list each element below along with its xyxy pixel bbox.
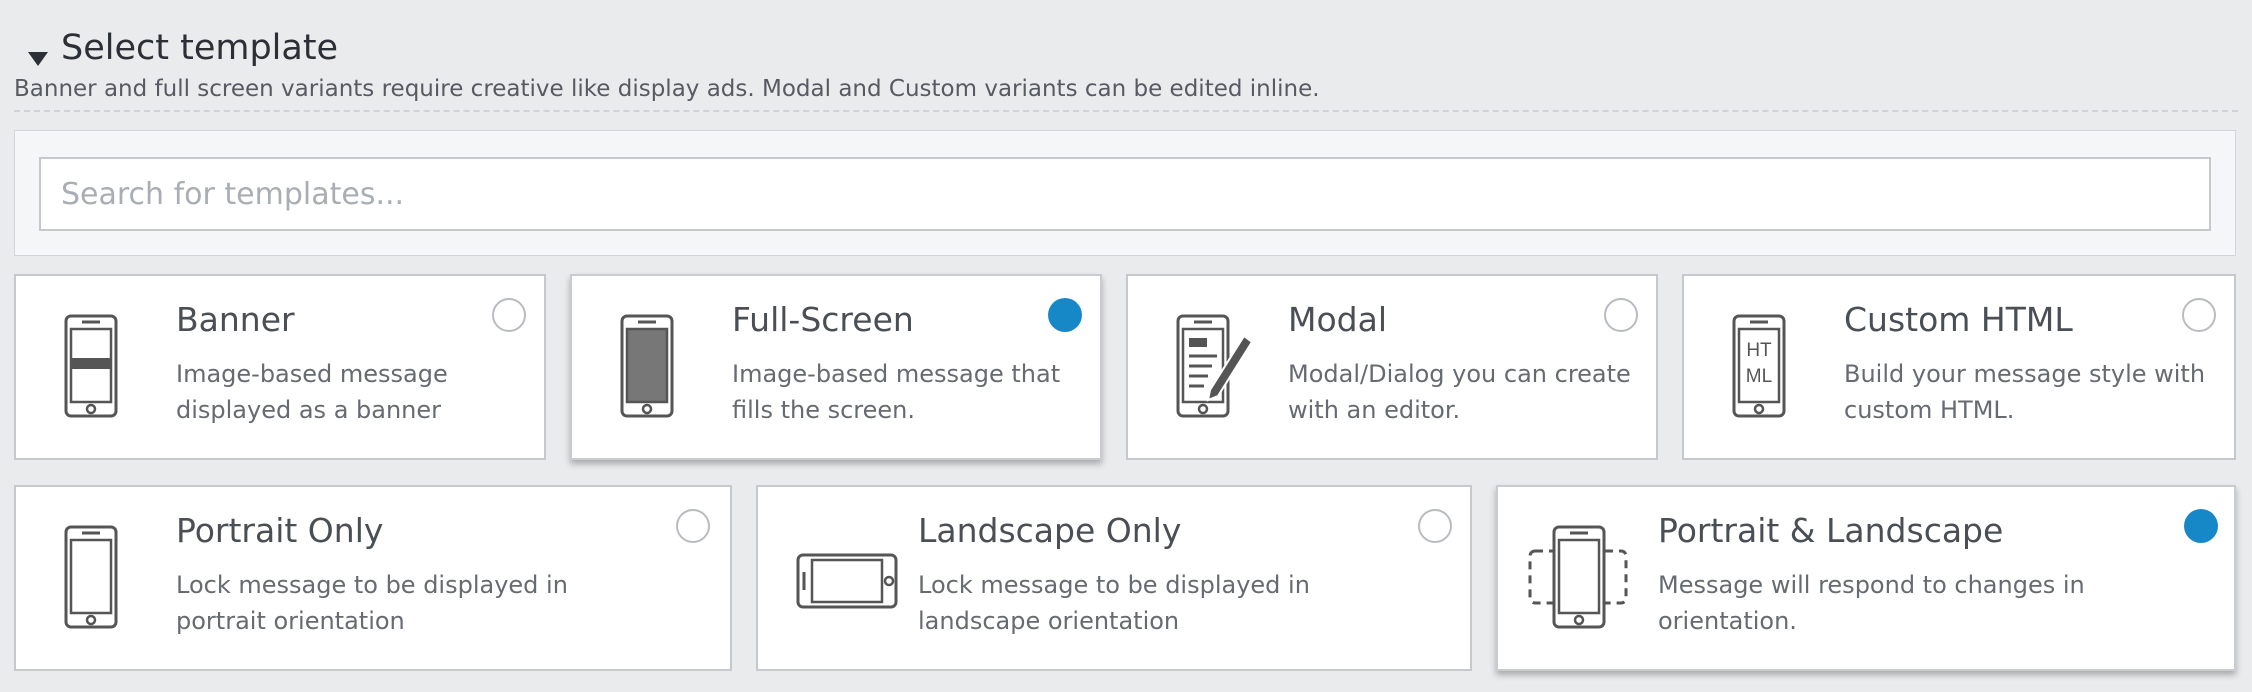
radio-button[interactable] xyxy=(1418,509,1452,543)
phone-edit-icon xyxy=(1176,314,1254,418)
phone-banner-icon xyxy=(64,314,118,418)
card-description: Build your message style with custom HTM… xyxy=(1844,360,2206,424)
card-title: Modal xyxy=(1288,300,1387,339)
card-title: Full-Screen xyxy=(732,300,914,339)
collapse-caret-icon[interactable] xyxy=(28,52,48,66)
orientation-card-landscape[interactable]: Landscape Only Lock message to be displa… xyxy=(756,485,1472,671)
card-description: Image-based message displayed as a banne… xyxy=(176,360,448,424)
template-card-custom-html[interactable]: HT ML Custom HTML Build your message sty… xyxy=(1682,274,2236,460)
phone-portrait-icon xyxy=(64,525,118,629)
radio-button[interactable] xyxy=(492,298,526,332)
divider xyxy=(14,110,2238,112)
card-title: Landscape Only xyxy=(918,511,1182,550)
html-icon-text: ML xyxy=(1746,366,1772,387)
card-description: Lock message to be displayed in portrait… xyxy=(176,571,568,635)
phone-rotate-icon xyxy=(1528,525,1628,629)
card-title: Banner xyxy=(176,300,295,339)
search-input[interactable] xyxy=(39,157,2211,231)
html-icon-text: HT xyxy=(1746,340,1772,361)
search-container xyxy=(14,130,2236,256)
phone-html-icon: HT ML xyxy=(1732,314,1786,418)
card-description: Lock message to be displayed in landscap… xyxy=(918,571,1310,635)
phone-fullscreen-icon xyxy=(620,314,674,418)
section-header: Select template Banner and full screen v… xyxy=(14,24,2238,112)
card-description: Message will respond to changes in orien… xyxy=(1658,571,2085,635)
card-description: Modal/Dialog you can create with an edit… xyxy=(1288,360,1631,424)
orientation-card-portrait-landscape[interactable]: Portrait & Landscape Message will respon… xyxy=(1496,485,2236,671)
phone-landscape-icon xyxy=(796,553,898,609)
section-subtitle: Banner and full screen variants require … xyxy=(14,76,1320,102)
radio-button-selected[interactable] xyxy=(1048,298,1082,332)
card-title: Portrait Only xyxy=(176,511,384,550)
card-title: Portrait & Landscape xyxy=(1658,511,2004,550)
card-description: Image-based message that fills the scree… xyxy=(732,360,1061,424)
template-card-banner[interactable]: Banner Image-based message displayed as … xyxy=(14,274,546,460)
radio-button-selected[interactable] xyxy=(2184,509,2218,543)
section-title: Select template xyxy=(61,28,339,68)
orientation-card-portrait[interactable]: Portrait Only Lock message to be display… xyxy=(14,485,732,671)
template-card-full-screen[interactable]: Full-Screen Image-based message that fil… xyxy=(570,274,1102,460)
card-title: Custom HTML xyxy=(1844,300,2073,339)
template-card-modal[interactable]: Modal Modal/Dialog you can create with a… xyxy=(1126,274,1658,460)
radio-button[interactable] xyxy=(676,509,710,543)
radio-button[interactable] xyxy=(1604,298,1638,332)
radio-button[interactable] xyxy=(2182,298,2216,332)
